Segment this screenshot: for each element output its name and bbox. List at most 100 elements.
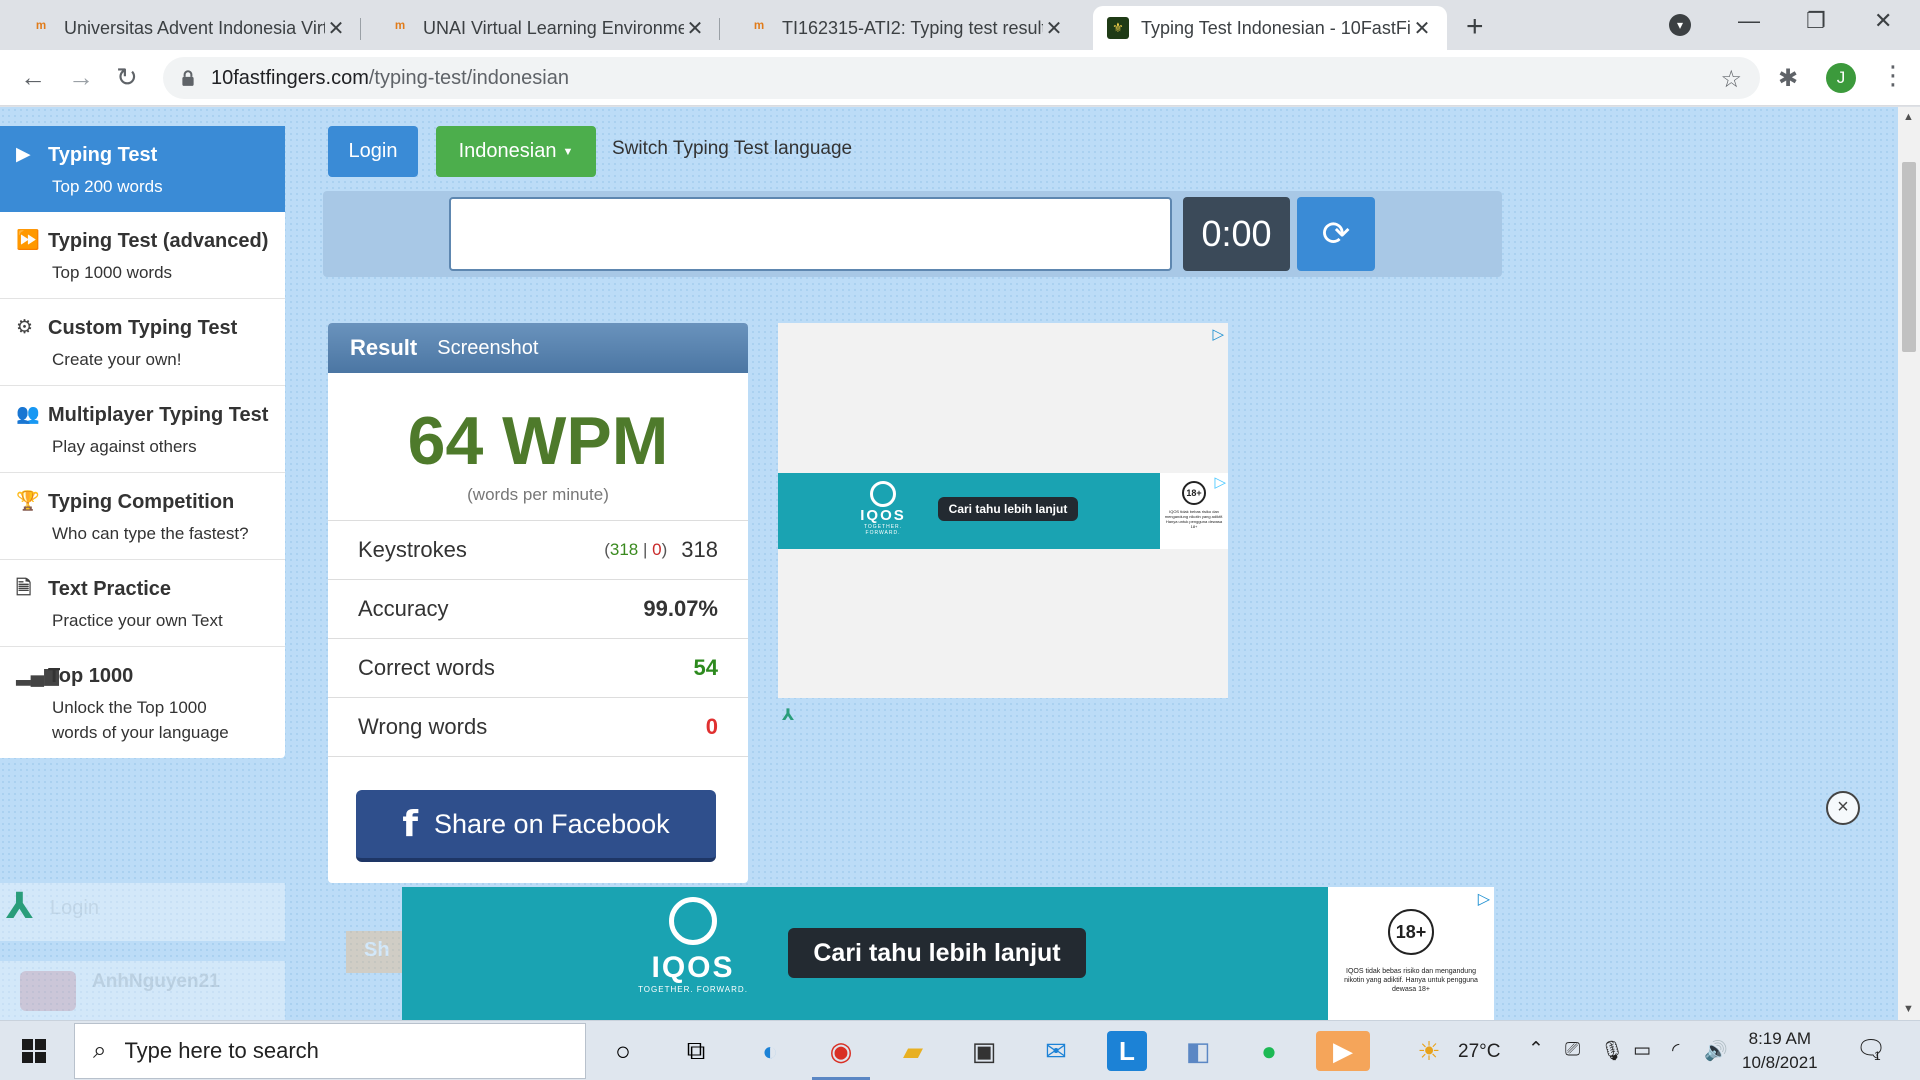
- keystrokes-total: 318: [681, 537, 718, 562]
- typing-input[interactable]: [449, 197, 1172, 271]
- notification-center-icon[interactable]: 🗨: [1856, 1035, 1886, 1064]
- wpm-caption: (words per minute): [467, 485, 609, 504]
- spotify-icon[interactable]: ●: [1249, 1031, 1289, 1071]
- browser-tab-3[interactable]: ᵐ TI162315-ATI2: Typing test result ✕: [734, 6, 1079, 50]
- search-icon: ⌕: [93, 1037, 107, 1064]
- sidebar-item-multiplayer[interactable]: 👥 Multiplayer Typing Test Play against ot…: [0, 386, 285, 473]
- moodle-icon: ᵐ: [754, 18, 764, 37]
- moodle-icon: ᵐ: [395, 18, 405, 37]
- accuracy-value: 99.07%: [643, 596, 718, 621]
- address-bar[interactable]: 10fastfingers.com/typing-test/indonesian…: [163, 57, 1760, 99]
- keystrokes-wrong: 0: [652, 540, 662, 559]
- taskbar-search-placeholder: Type here to search: [124, 1038, 319, 1063]
- chrome-icon[interactable]: ◉: [821, 1031, 861, 1071]
- close-tab-icon[interactable]: ✕: [1043, 16, 1065, 41]
- iqos-wordmark: IQOS: [860, 507, 906, 524]
- taskbar-search[interactable]: ⌕ Type here to search: [74, 1023, 586, 1079]
- login-button[interactable]: Login: [328, 126, 418, 177]
- wpm-value: 64 WPM: [407, 403, 669, 479]
- tray-chevron-icon[interactable]: ⌃: [1528, 1038, 1544, 1061]
- ad-cta-button[interactable]: Cari tahu lebih lanjut: [938, 497, 1078, 521]
- share-facebook-button[interactable]: f Share on Facebook: [356, 790, 716, 862]
- profile-avatar[interactable]: J: [1826, 63, 1856, 93]
- mail-icon[interactable]: ✉: [1036, 1031, 1076, 1071]
- scroll-up-icon[interactable]: ▲: [1903, 111, 1914, 123]
- age-18-badge: 18+: [1388, 909, 1434, 955]
- lock-icon: [182, 70, 194, 86]
- keystrokes-correct: 318: [609, 540, 639, 559]
- meet-now-icon[interactable]: ⎚: [1565, 1039, 1580, 1061]
- system-clock[interactable]: 8:19 AM 10/8/2021: [1742, 1027, 1818, 1075]
- l-app-icon[interactable]: L: [1107, 1031, 1147, 1071]
- result-tab[interactable]: Result: [350, 335, 417, 361]
- browser-menu-icon[interactable]: ⋮: [1880, 60, 1906, 91]
- freestar-logo-icon: ⅄: [6, 885, 34, 926]
- browser-tab-active[interactable]: ⚜ Typing Test Indonesian - 10FastFi ✕: [1093, 6, 1447, 50]
- signal-bars-icon: ▂▄▆: [16, 665, 59, 686]
- scroll-down-icon[interactable]: ▼: [1903, 1003, 1914, 1015]
- battery-icon[interactable]: ▭: [1633, 1039, 1651, 1062]
- sidebar-item-label: Multiplayer Typing Test: [48, 404, 269, 426]
- sidebar-item-competition[interactable]: 🏆 Typing Competition Who can type the fas…: [0, 473, 285, 560]
- sidebar-item-text-practice[interactable]: 🗎 Text Practice Practice your own Text: [0, 560, 285, 647]
- adchoices-icon[interactable]: ▷: [1214, 473, 1226, 491]
- microsoft-store-icon[interactable]: ▣: [964, 1031, 1004, 1071]
- close-tab-icon[interactable]: ✕: [684, 16, 706, 41]
- side-ad-banner[interactable]: IQOS TOGETHER. FORWARD. Cari tahu lebih …: [778, 473, 1228, 549]
- task-view-icon[interactable]: ⧉: [676, 1031, 716, 1071]
- screenshot-tab[interactable]: Screenshot: [437, 337, 538, 360]
- sidebar-item-typing-test-advanced[interactable]: ⏩ Typing Test (advanced) Top 1000 words: [0, 212, 285, 299]
- scrollbar-thumb[interactable]: [1902, 162, 1916, 352]
- page-content: ▶ Typing Test Top 200 words ⏩ Typing Test …: [0, 107, 1898, 1020]
- forward-icon[interactable]: →: [68, 62, 94, 93]
- minimize-icon[interactable]: —: [1738, 8, 1760, 34]
- microphone-icon[interactable]: 🎙: [1600, 1039, 1624, 1063]
- trophy-icon: 🏆: [16, 491, 40, 512]
- sidebar-item-label: Typing Test: [48, 144, 158, 166]
- close-ad-button[interactable]: ×: [1826, 791, 1860, 825]
- close-tab-icon[interactable]: ✕: [1411, 16, 1433, 41]
- zoom-icon[interactable]: ▶: [1316, 1031, 1370, 1071]
- keystrokes-separator: |: [642, 540, 648, 559]
- back-icon[interactable]: ←: [20, 62, 46, 93]
- browser-tabstrip: ᵐ Universitas Advent Indonesia Virt ✕ ᵐ …: [0, 0, 1920, 50]
- extensions-puzzle-icon[interactable]: ✱: [1778, 64, 1798, 93]
- browser-tab-1[interactable]: ᵐ Universitas Advent Indonesia Virt ✕: [16, 6, 361, 50]
- timer-display: 0:00: [1183, 197, 1290, 271]
- windows-taskbar: ⌕ Type here to search ○ ⧉ ◐ ◉ ▰ ▣ ✉ L ◧ …: [0, 1020, 1920, 1080]
- cortana-icon[interactable]: ○: [603, 1031, 643, 1071]
- language-dropdown[interactable]: Indonesian ▼: [436, 126, 596, 177]
- close-tab-icon[interactable]: ✕: [325, 16, 347, 41]
- tab-title: UNAI Virtual Learning Environme: [423, 17, 684, 38]
- new-tab-button[interactable]: +: [1466, 10, 1484, 44]
- adchoices-icon[interactable]: ▷: [1212, 325, 1224, 343]
- windows-start-icon[interactable]: [22, 1039, 46, 1063]
- notes-app-icon[interactable]: ◧: [1178, 1031, 1218, 1071]
- restart-button[interactable]: ⟳: [1297, 197, 1375, 271]
- ad-cta-button[interactable]: Cari tahu lebih lanjut: [788, 928, 1086, 978]
- browser-tab-2[interactable]: ᵐ UNAI Virtual Learning Environme ✕: [375, 6, 720, 50]
- url-path: /typing-test/indonesian: [368, 66, 569, 89]
- page-scrollbar[interactable]: ▲ ▼: [1898, 107, 1920, 1020]
- side-ad[interactable]: ▷ IQOS TOGETHER. FORWARD. Cari tahu lebi…: [778, 323, 1228, 724]
- volume-icon[interactable]: 🔊: [1704, 1039, 1728, 1063]
- adchoices-icon[interactable]: ▷: [1478, 889, 1490, 909]
- sidebar-item-typing-test[interactable]: ▶ Typing Test Top 200 words: [0, 126, 285, 212]
- sidebar-item-top-1000[interactable]: ▂▄▆ Top 1000 Unlock the Top 1000 words of…: [0, 647, 285, 758]
- iqos-tagline: TOGETHER. FORWARD.: [863, 524, 903, 536]
- sidebar-item-custom-typing-test[interactable]: ⚙ Custom Typing Test Create your own!: [0, 299, 285, 386]
- sidebar-item-sub: Who can type the fastest?: [52, 524, 249, 543]
- window-close-icon[interactable]: ✕: [1874, 8, 1892, 34]
- edge-icon[interactable]: ◐: [750, 1031, 790, 1071]
- bookmark-star-icon[interactable]: ☆: [1720, 65, 1742, 94]
- file-explorer-icon[interactable]: ▰: [893, 1031, 933, 1071]
- freestar-icon: ⅄: [782, 707, 795, 724]
- tab-search-icon[interactable]: ▾: [1669, 14, 1691, 36]
- faded-avatar: [20, 971, 76, 1011]
- reload-page-icon[interactable]: ↻: [116, 62, 138, 93]
- share-facebook-label: Share on Facebook: [434, 808, 670, 839]
- restore-icon[interactable]: ❐: [1806, 8, 1826, 34]
- wifi-icon[interactable]: ◜: [1672, 1039, 1679, 1062]
- tab-separator: [719, 18, 720, 40]
- bottom-ad-banner[interactable]: IQOS TOGETHER. FORWARD. Cari tahu lebih …: [402, 887, 1494, 1020]
